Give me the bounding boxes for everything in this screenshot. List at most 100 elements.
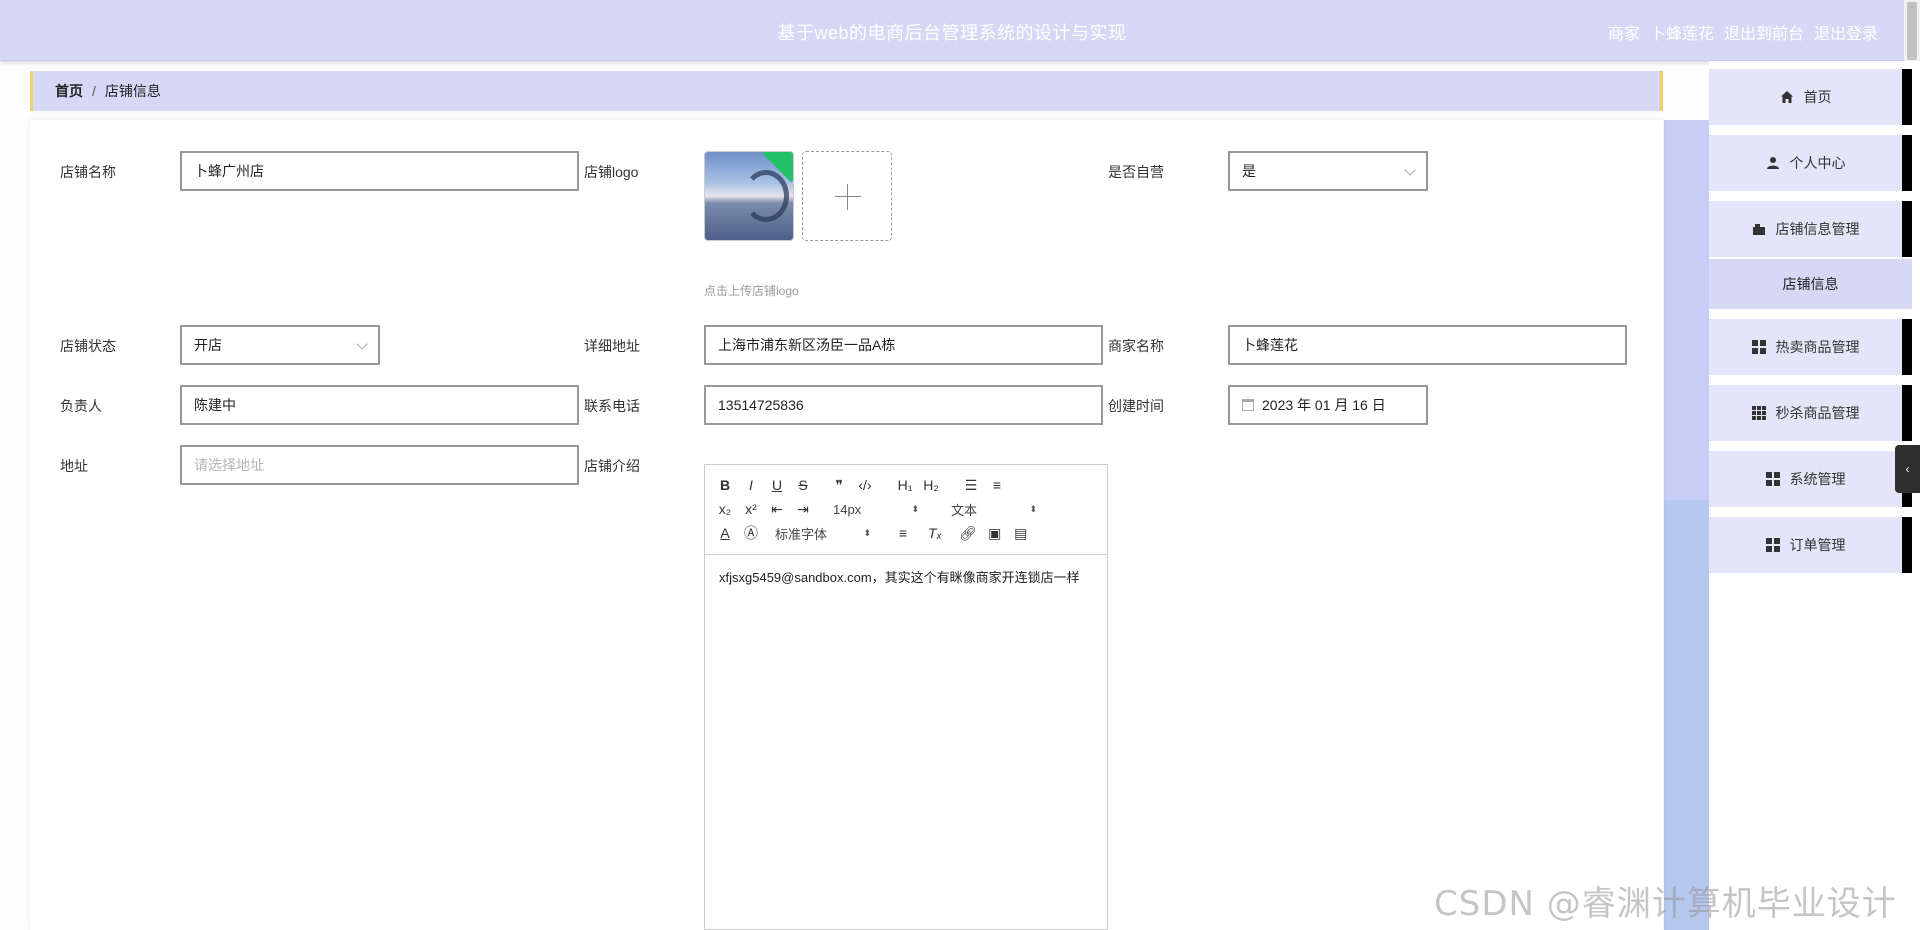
- sidebar-subitem-label: 店铺信息: [1782, 276, 1839, 292]
- sidebar-item-label: 个人中心: [1789, 155, 1846, 171]
- intro-label: 店铺介绍: [584, 458, 640, 474]
- phone-input[interactable]: 13514725836: [704, 385, 1103, 425]
- sidebar-item-hot-goods[interactable]: 热卖商品管理: [1709, 319, 1912, 375]
- h2-button[interactable]: H₂: [923, 477, 939, 493]
- font-size-value: 14px: [833, 501, 862, 517]
- sidebar-item-orders[interactable]: 订单管理: [1709, 517, 1912, 573]
- sidebar-item-system[interactable]: 系统管理: [1709, 451, 1912, 507]
- watermark: CSDN @睿渊计算机毕业设计: [1434, 884, 1897, 924]
- detail-address-label: 详细地址: [584, 338, 640, 354]
- created-time-value: 2023 年 01 月 16 日: [1262, 397, 1386, 413]
- image-icon[interactable]: ▣: [987, 525, 1003, 542]
- scrollbar-thumb[interactable]: [1907, 2, 1917, 60]
- sidebar-item-label: 店铺信息管理: [1775, 221, 1860, 237]
- sidebar-item-label: 秒杀商品管理: [1775, 405, 1860, 421]
- shop-status-select[interactable]: 开店: [180, 325, 380, 365]
- self-operated-label: 是否自营: [1108, 164, 1164, 180]
- self-operated-select[interactable]: 是: [1228, 151, 1428, 191]
- logo-upload-button[interactable]: [802, 151, 892, 241]
- breadcrumb-home[interactable]: 首页: [55, 81, 83, 101]
- shop-status-label: 店铺状态: [60, 338, 116, 354]
- indent-icon[interactable]: ⇥: [795, 501, 811, 518]
- shop-logo-label: 店铺logo: [584, 164, 639, 180]
- address-input[interactable]: 请选择地址: [180, 445, 579, 485]
- sidebar-item-profile[interactable]: 个人中心: [1709, 135, 1912, 191]
- phone-label: 联系电话: [584, 398, 640, 414]
- shop-logo-image[interactable]: [704, 151, 794, 241]
- video-icon[interactable]: ▤: [1013, 525, 1029, 542]
- chevron-down-icon: [1404, 164, 1416, 176]
- outdent-icon[interactable]: ⇤: [769, 501, 785, 518]
- superscript-button[interactable]: x²: [743, 501, 759, 517]
- username: 卜蜂莲花: [1649, 26, 1714, 43]
- heading-select[interactable]: 文本 ⬍: [951, 500, 1037, 519]
- chevron-updown-icon: ⬍: [863, 527, 871, 538]
- sidebar-item-label: 首页: [1803, 89, 1832, 105]
- self-operated-value: 是: [1242, 163, 1256, 179]
- editor-content[interactable]: xfjsxg5459@sandbox.com，其实这个有眯像商家开连锁店一样: [705, 555, 1107, 601]
- breadcrumb-current: 店铺信息: [104, 83, 161, 99]
- subscript-button[interactable]: x₂: [717, 501, 733, 517]
- underline-button[interactable]: U: [769, 477, 785, 493]
- clear-format-icon[interactable]: Tₓ: [927, 525, 943, 541]
- editor-toolbar: B I U S ❞ ‹/› H₁ H₂ ☰ ≡ x₂ x² ⇤ ⇥ 14px ⬍ …: [705, 465, 1107, 555]
- breadcrumb: 首页 / 店铺信息: [30, 71, 1663, 111]
- created-time-label: 创建时间: [1108, 398, 1164, 414]
- chevron-updown-icon: ⬍: [911, 503, 919, 514]
- grid-icon: [1765, 538, 1780, 552]
- font-family-value: 标准字体: [775, 526, 828, 542]
- sidebar-item-label: 系统管理: [1789, 471, 1846, 487]
- font-family-select[interactable]: 标准字体 ⬍: [775, 524, 871, 543]
- bullet-list-icon[interactable]: ≡: [989, 477, 1005, 493]
- home-icon: [1780, 91, 1793, 103]
- shop-status-value: 开店: [194, 337, 222, 353]
- merchant-name-input[interactable]: 卜蜂莲花: [1228, 325, 1627, 365]
- ordered-list-icon[interactable]: ☰: [963, 477, 979, 494]
- shop-name-label: 店铺名称: [60, 164, 116, 180]
- shop-name-input[interactable]: 卜蜂广州店: [180, 151, 579, 191]
- user-role: 商家: [1607, 26, 1640, 43]
- strike-button[interactable]: S: [795, 477, 811, 493]
- top-header: 基于web的电商后台管理系统的设计与实现 商家 卜蜂莲花 退出到前台 退出登录: [0, 0, 1904, 61]
- h1-button[interactable]: H₁: [897, 477, 913, 493]
- manager-label: 负责人: [60, 398, 102, 414]
- grid-icon: [1751, 406, 1766, 420]
- sidebar-item-label: 热卖商品管理: [1775, 339, 1860, 355]
- heading-value: 文本: [951, 502, 978, 518]
- link-icon[interactable]: 🔗︎: [959, 525, 977, 542]
- chevron-updown-icon: ⬍: [1029, 503, 1037, 514]
- shop-icon: [1752, 224, 1765, 235]
- sidebar: 首页 个人中心 店铺信息管理 店铺信息 热卖商品管理 秒杀商品管理 系统管理 订…: [1709, 61, 1920, 930]
- breadcrumb-separator: /: [92, 83, 96, 99]
- chevron-down-icon: [356, 338, 368, 350]
- merchant-name-label: 商家名称: [1108, 338, 1164, 354]
- font-size-select[interactable]: 14px ⬍: [833, 502, 919, 517]
- font-color-icon[interactable]: A: [717, 525, 733, 541]
- manager-input[interactable]: 陈建中: [180, 385, 579, 425]
- sidebar-subitem-shop-info[interactable]: 店铺信息: [1709, 259, 1912, 309]
- background-color-icon[interactable]: Ⓐ: [743, 523, 759, 543]
- header-links: 商家 卜蜂莲花 退出到前台 退出登录: [1608, 20, 1878, 44]
- italic-button[interactable]: I: [743, 477, 759, 493]
- sidebar-collapse-button[interactable]: ‹: [1895, 445, 1920, 493]
- sidebar-item-home[interactable]: 首页: [1709, 69, 1912, 125]
- user-icon: [1766, 157, 1779, 169]
- bold-button[interactable]: B: [717, 477, 733, 493]
- code-block-icon[interactable]: ‹/›: [857, 477, 873, 493]
- align-icon[interactable]: ≡: [895, 525, 911, 541]
- logout-link[interactable]: 退出登录: [1814, 20, 1878, 44]
- grid-icon: [1751, 340, 1766, 354]
- chevron-left-icon: ‹: [1905, 462, 1910, 476]
- intro-editor: B I U S ❞ ‹/› H₁ H₂ ☰ ≡ x₂ x² ⇤ ⇥ 14px ⬍ …: [704, 464, 1108, 930]
- sidebar-item-flash-sale[interactable]: 秒杀商品管理: [1709, 385, 1912, 441]
- to-front-link[interactable]: 退出到前台: [1724, 20, 1804, 44]
- created-time-picker[interactable]: 2023 年 01 月 16 日: [1228, 385, 1428, 425]
- calendar-icon: [1242, 399, 1254, 411]
- grid-icon: [1765, 472, 1780, 486]
- logo-upload-hint: 点击上传店铺logo: [704, 284, 799, 298]
- sidebar-item-label: 订单管理: [1789, 537, 1846, 553]
- detail-address-input[interactable]: 上海市浦东新区汤臣一品A栋: [704, 325, 1103, 365]
- blockquote-icon[interactable]: ❞: [831, 477, 847, 494]
- sidebar-item-shop-manage[interactable]: 店铺信息管理: [1709, 201, 1912, 257]
- background-band-lower: [1664, 500, 1709, 930]
